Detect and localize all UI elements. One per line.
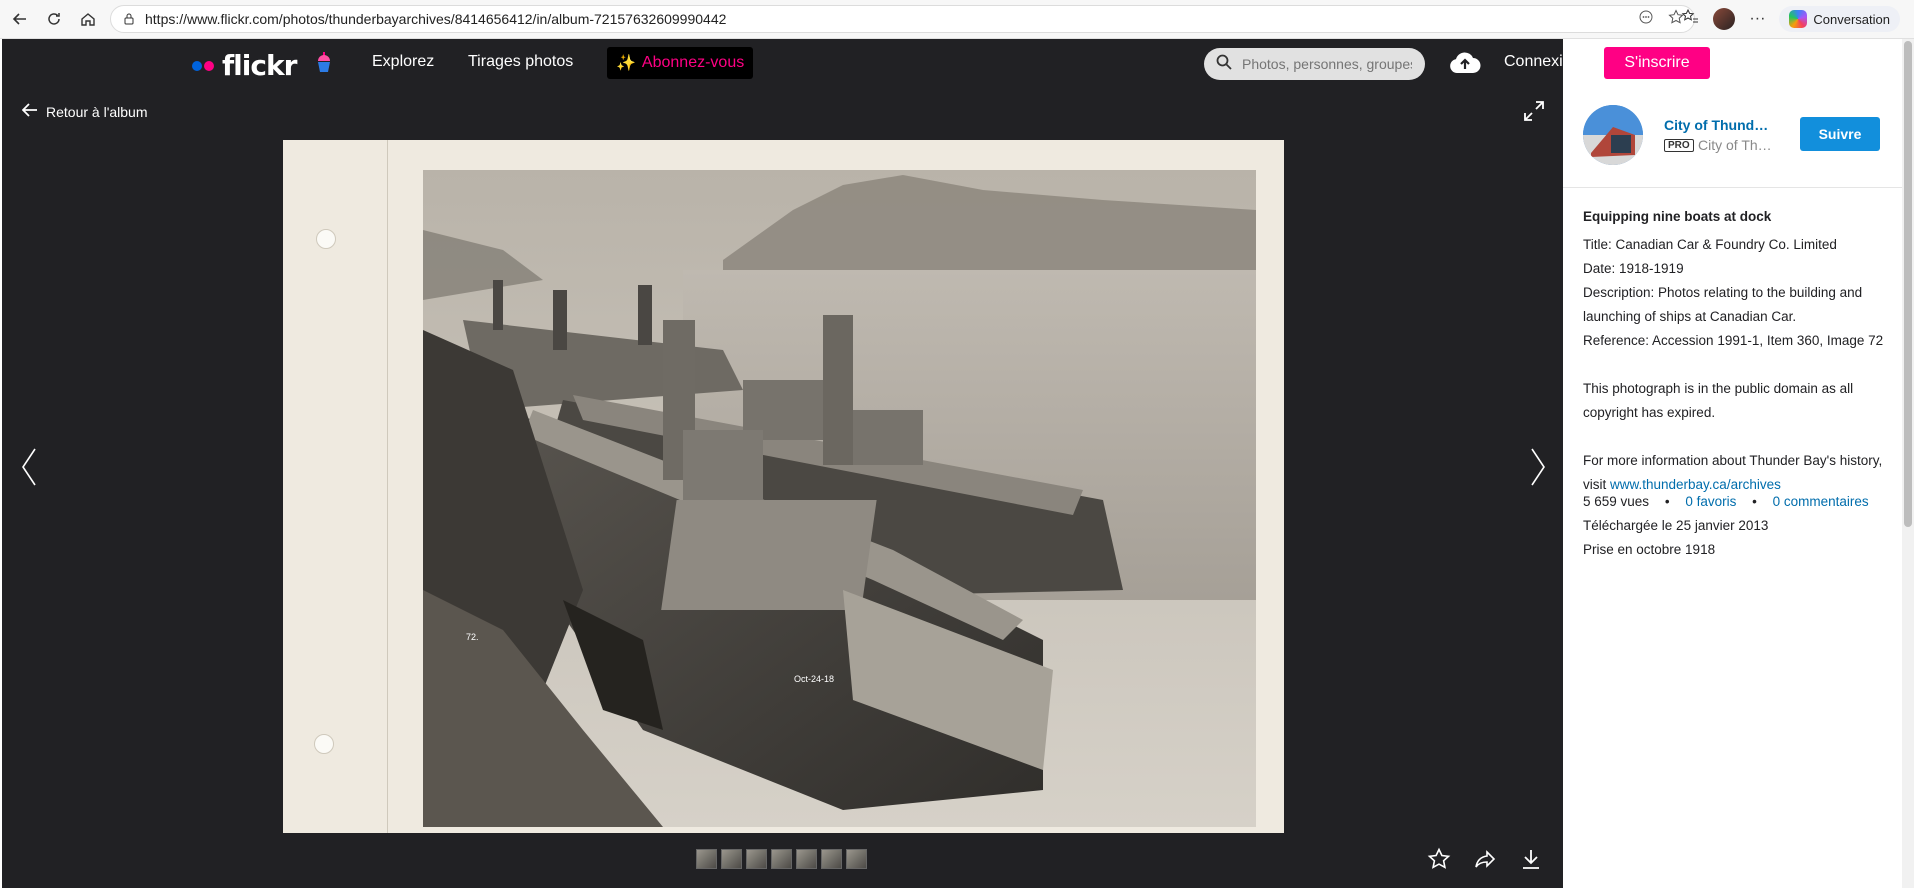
nav-prints[interactable]: Tirages photos: [468, 53, 573, 71]
favorite-star-icon[interactable]: [1427, 847, 1451, 876]
photo-date-annotation: Oct-24-18: [794, 674, 835, 684]
share-arrow-icon[interactable]: [1473, 847, 1497, 876]
signup-button[interactable]: S'inscrire: [1604, 47, 1710, 79]
next-photo-chevron-icon[interactable]: [1529, 447, 1547, 492]
profile-avatar[interactable]: [1713, 8, 1736, 30]
search-box[interactable]: [1204, 48, 1425, 80]
owner-name-link[interactable]: City of Thunder Bay Archives: [1664, 117, 1774, 133]
home-icon[interactable]: [74, 5, 102, 33]
thumbnail[interactable]: [696, 849, 717, 869]
download-icon[interactable]: [1519, 847, 1543, 876]
photo-stats: 5 659 vues • 0 favoris • 0 commentaires …: [1583, 490, 1893, 562]
back-to-album-link[interactable]: Retour à l'album: [21, 103, 148, 120]
thumbnail[interactable]: [821, 849, 842, 869]
favorites-count-link[interactable]: 0 favoris: [1685, 494, 1736, 509]
description-line: Reference: Accession 1991-1, Item 360, I…: [1583, 333, 1884, 348]
owner-card: City of Thunder Bay Archives PRO City of…: [1563, 87, 1902, 188]
owner-avatar[interactable]: [1583, 105, 1643, 165]
taken-date: Prise en octobre 1918: [1583, 542, 1716, 557]
flickr-logo[interactable]: flickr: [192, 49, 297, 82]
photo-title: Equipping nine boats at dock: [1583, 209, 1772, 224]
thumbnail[interactable]: [746, 849, 767, 869]
address-bar[interactable]: https://www.flickr.com/photos/thunderbay…: [110, 5, 1695, 33]
upload-date: Téléchargée le 25 janvier 2013: [1583, 518, 1769, 533]
browser-toolbar: https://www.flickr.com/photos/thunderbay…: [0, 0, 1914, 39]
owner-subtitle: City of Thunder Bay: [1698, 137, 1773, 153]
login-link[interactable]: Connexion: [1504, 53, 1581, 71]
scrollbar-thumb[interactable]: [1904, 41, 1912, 527]
reader-icon[interactable]: [1638, 9, 1654, 30]
comments-count-link[interactable]: 0 commentaires: [1773, 494, 1869, 509]
description-line: Title: Canadian Car & Foundry Co. Limite…: [1583, 237, 1837, 252]
thumbnail[interactable]: [846, 849, 867, 869]
binder-hole: [316, 229, 336, 249]
pro-badge: PRO: [1664, 139, 1694, 152]
site-info-icon[interactable]: [121, 11, 137, 27]
refresh-icon[interactable]: [40, 5, 68, 33]
favorites-bar-icon[interactable]: [1681, 8, 1699, 31]
description-line: Description: Photos relating to the buil…: [1583, 285, 1863, 324]
fullscreen-icon[interactable]: [1522, 99, 1546, 128]
binder-hole: [314, 734, 334, 754]
album-thumbnail-strip: [696, 849, 867, 869]
url-text[interactable]: https://www.flickr.com/photos/thunderbay…: [145, 11, 726, 27]
views-count: 5 659 vues: [1583, 494, 1650, 509]
page-scrollbar[interactable]: [1902, 39, 1914, 888]
description-line: Date: 1918-1919: [1583, 261, 1684, 276]
follow-button[interactable]: Suivre: [1800, 117, 1880, 151]
photo-description: Equipping nine boats at dock Title: Cana…: [1583, 205, 1888, 497]
nav-explore[interactable]: Explorez: [372, 53, 434, 71]
photo-info-sidebar: City of Thunder Bay Archives PRO City of…: [1563, 87, 1902, 888]
photo-actions: [1427, 847, 1543, 876]
logo-pink-dot: [204, 60, 214, 71]
search-icon: [1216, 54, 1232, 75]
public-domain-notice: This photograph is in the public domain …: [1583, 381, 1854, 420]
thumbnail[interactable]: [796, 849, 817, 869]
mount-crease: [387, 140, 388, 833]
archival-photo-print: [423, 170, 1256, 827]
logo-blue-dot: [192, 60, 202, 71]
subscribe-button[interactable]: ✨ Abonnez-vous: [607, 47, 754, 79]
flickr-header: flickr Explorez Tirages photos ✨ Abonnez…: [2, 39, 1710, 87]
sparkle-icon: ✨: [616, 55, 636, 72]
flickr-page: flickr Explorez Tirages photos ✨ Abonnez…: [2, 39, 1902, 888]
search-input[interactable]: [1240, 55, 1414, 73]
photo-number-annotation: 72.: [466, 632, 479, 642]
cupcake-icon[interactable]: [315, 51, 333, 80]
copilot-icon: [1789, 10, 1808, 28]
more-menu-icon[interactable]: ···: [1749, 10, 1765, 28]
copilot-conversation-button[interactable]: Conversation: [1779, 6, 1900, 32]
main-photo[interactable]: 72. Oct-24-18: [283, 140, 1284, 833]
previous-photo-chevron-icon[interactable]: [20, 447, 38, 492]
back-arrow-icon[interactable]: [6, 5, 34, 33]
thumbnail[interactable]: [721, 849, 742, 869]
arrow-left-icon: [21, 103, 38, 120]
thumbnail[interactable]: [771, 849, 792, 869]
photo-viewer: Retour à l'album 72. Oct-24-18: [2, 87, 1563, 888]
upload-cloud-icon[interactable]: [1449, 51, 1481, 80]
